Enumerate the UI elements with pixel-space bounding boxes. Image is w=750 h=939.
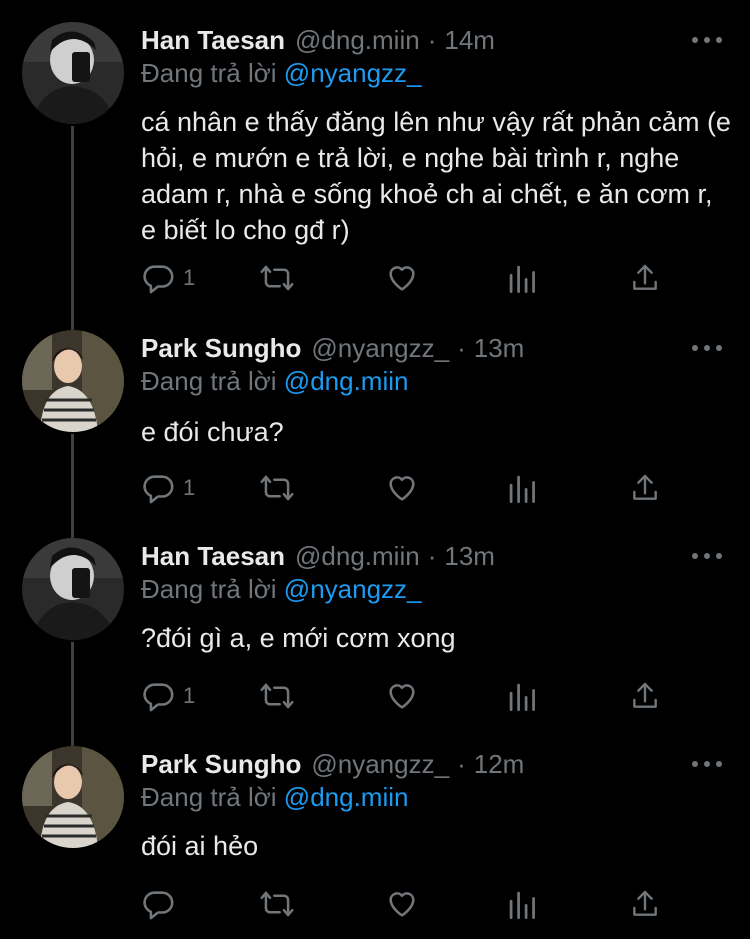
- like-icon: [389, 476, 415, 501]
- like-icon: [389, 684, 415, 709]
- author-handle[interactable]: @dng.miin: [295, 541, 420, 572]
- avatar[interactable]: [22, 330, 124, 432]
- avatar[interactable]: [22, 538, 124, 640]
- share-icon: [633, 890, 657, 916]
- share-icon: [633, 474, 657, 500]
- timestamp[interactable]: 12m: [474, 749, 525, 780]
- tweet-text: cá nhân e thấy đăng lên như vậy rất phản…: [141, 107, 731, 245]
- reply-icon: [143, 891, 174, 920]
- separator-dot: ·: [457, 748, 466, 779]
- tweet[interactable]: Han Taesan @dng.miin · 14m Đang trả lời …: [0, 22, 750, 312]
- reply-mention[interactable]: @nyangzz_: [284, 58, 422, 88]
- reply-prefix: Đang trả lời: [141, 58, 277, 88]
- tweet-text: đói ai hẻo: [141, 831, 259, 861]
- reply-context: Đang trả lời @dng.miin: [141, 782, 408, 813]
- analytics-button[interactable]: [507, 468, 537, 508]
- author-name[interactable]: Han Taesan: [141, 25, 285, 56]
- reply-count: 1: [183, 265, 196, 290]
- author-name[interactable]: Park Sungho: [141, 333, 301, 364]
- author-handle[interactable]: @nyangzz_: [311, 333, 449, 364]
- share-button[interactable]: [629, 258, 661, 298]
- share-icon: [633, 682, 657, 708]
- reply-context: Đang trả lời @nyangzz_: [141, 58, 422, 89]
- reply-count: 1: [183, 683, 196, 708]
- action-bar: 1: [141, 468, 681, 508]
- separator-dot: ·: [457, 332, 466, 363]
- action-bar: 1: [141, 676, 681, 716]
- analytics-icon: [509, 891, 535, 919]
- reply-prefix: Đang trả lời: [141, 366, 277, 396]
- reply-context: Đang trả lời @nyangzz_: [141, 574, 422, 605]
- more-icon[interactable]: [692, 338, 722, 358]
- share-icon: [633, 264, 657, 290]
- tweet-text: e đói chưa?: [141, 417, 284, 447]
- retweet-icon: [260, 683, 294, 709]
- analytics-icon: [509, 265, 535, 293]
- reply-icon: [143, 683, 174, 712]
- separator-dot: ·: [427, 24, 437, 55]
- tweet[interactable]: Park Sungho @nyangzz_ · 13m Đang trả lời…: [0, 330, 750, 520]
- reply-prefix: Đang trả lời: [141, 574, 277, 604]
- like-icon: [389, 892, 415, 917]
- retweet-icon: [260, 265, 294, 291]
- share-button[interactable]: [629, 676, 661, 716]
- retweet-button[interactable]: [259, 468, 295, 508]
- like-button[interactable]: [385, 258, 419, 298]
- retweet-button[interactable]: [259, 676, 295, 716]
- avatar[interactable]: [22, 746, 124, 848]
- analytics-button[interactable]: [507, 676, 537, 716]
- retweet-button[interactable]: [259, 258, 295, 298]
- more-icon[interactable]: [692, 546, 722, 566]
- retweet-icon: [260, 475, 294, 501]
- reply-button[interactable]: 1: [141, 258, 195, 298]
- more-icon[interactable]: [692, 754, 722, 774]
- like-icon: [389, 266, 415, 291]
- separator-dot: ·: [427, 540, 437, 571]
- like-button[interactable]: [385, 676, 419, 716]
- author-handle[interactable]: @dng.miin: [295, 25, 420, 56]
- tweet[interactable]: Park Sungho @nyangzz_ · 12m Đang trả lời…: [0, 746, 750, 936]
- analytics-button[interactable]: [507, 884, 537, 924]
- analytics-button[interactable]: [507, 258, 537, 298]
- tweet-text: ?đói gì a, e mới cơm xong: [141, 623, 456, 653]
- more-icon[interactable]: [692, 30, 722, 50]
- analytics-icon: [509, 475, 535, 503]
- reply-mention[interactable]: @nyangzz_: [284, 574, 422, 604]
- reply-button[interactable]: [141, 884, 183, 924]
- reply-button[interactable]: 1: [141, 676, 195, 716]
- action-bar: [141, 884, 681, 924]
- author-name[interactable]: Park Sungho: [141, 749, 301, 780]
- share-button[interactable]: [629, 884, 661, 924]
- reply-prefix: Đang trả lời: [141, 782, 277, 812]
- analytics-icon: [509, 683, 535, 711]
- like-button[interactable]: [385, 884, 419, 924]
- retweet-button[interactable]: [259, 884, 295, 924]
- avatar[interactable]: [22, 22, 124, 124]
- tweet[interactable]: Han Taesan @dng.miin · 13m Đang trả lời …: [0, 538, 750, 728]
- author-handle[interactable]: @nyangzz_: [311, 749, 449, 780]
- timestamp[interactable]: 13m: [444, 541, 495, 572]
- share-button[interactable]: [629, 468, 661, 508]
- timestamp[interactable]: 14m: [444, 25, 495, 56]
- timestamp[interactable]: 13m: [474, 333, 525, 364]
- reply-button[interactable]: 1: [141, 468, 195, 508]
- reply-context: Đang trả lời @dng.miin: [141, 366, 408, 397]
- retweet-icon: [260, 891, 294, 917]
- reply-mention[interactable]: @dng.miin: [284, 782, 409, 812]
- action-bar: 1: [141, 258, 681, 298]
- reply-mention[interactable]: @dng.miin: [284, 366, 409, 396]
- reply-count: 1: [183, 475, 196, 500]
- reply-icon: [143, 475, 174, 504]
- author-name[interactable]: Han Taesan: [141, 541, 285, 572]
- reply-icon: [143, 265, 174, 294]
- like-button[interactable]: [385, 468, 419, 508]
